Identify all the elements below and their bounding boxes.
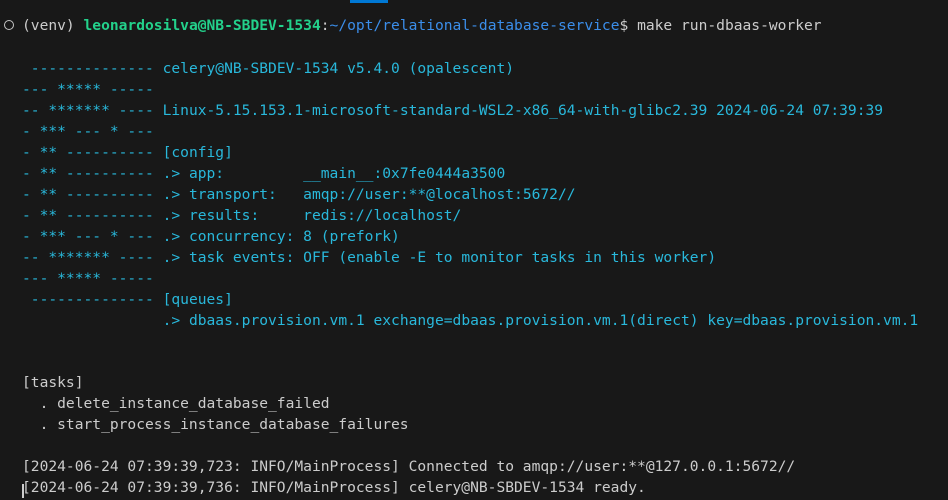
banner-line: - *** --- * --- (22, 121, 163, 142)
banner-text: [config] (162, 144, 233, 161)
banner-text: .> task events: OFF (enable -E to monito… (162, 249, 717, 266)
banner-art: - ** ---------- (22, 165, 163, 182)
active-tab-indicator (350, 0, 388, 3)
banner-art: -------------- (22, 291, 163, 308)
banner-text: .> dbaas.provision.vm.1 exchange=dbaas.p… (162, 312, 919, 329)
banner-line: -- ******* ---- .> task events: OFF (ena… (22, 247, 716, 268)
tasks-header: [tasks] (22, 374, 84, 391)
banner-art: --- ***** ----- (22, 270, 163, 287)
task-item: . delete_instance_database_failed (22, 395, 330, 412)
banner-line: - ** ---------- .> results: redis://loca… (22, 205, 461, 226)
prompt-user-host: leonardosilva@NB-SBDEV-1534 (83, 17, 321, 34)
banner-line: --- ***** ----- (22, 268, 163, 289)
banner-art (22, 312, 163, 329)
banner-line: -------------- celery@NB-SBDEV-1534 v5.4… (22, 58, 514, 79)
prompt-command: make run-dbaas-worker (637, 17, 822, 34)
banner-art: -- ******* ---- (22, 249, 163, 266)
banner-art: - ** ---------- (22, 186, 163, 203)
venv-label: (venv) (22, 17, 84, 34)
banner-line: - ** ---------- [config] (22, 142, 233, 163)
banner-line: - ** ---------- .> app: __main__:0x7fe04… (22, 163, 505, 184)
prompt-path: ~/opt/relational-database-service (329, 17, 620, 34)
banner-line: -------------- [queues] (22, 289, 233, 310)
command-decoration-icon[interactable] (4, 20, 14, 30)
banner-art: - ** ---------- (22, 207, 163, 224)
terminal-cursor (22, 484, 24, 498)
banner-line: - ** ---------- .> transport: amqp://use… (22, 184, 576, 205)
task-item: . start_process_instance_database_failur… (22, 416, 409, 433)
banner-text: .> results: redis://localhost/ (162, 207, 462, 224)
banner-text: .> concurrency: 8 (prefork) (162, 228, 400, 245)
prompt-dollar: $ (619, 17, 638, 34)
log-line: [2024-06-24 07:39:39,723: INFO/MainProce… (22, 458, 796, 475)
banner-text: Linux-5.15.153.1-microsoft-standard-WSL2… (162, 102, 884, 119)
prompt-line: (venv) leonardosilva@NB-SBDEV-1534:~/opt… (22, 15, 822, 36)
banner-text: .> app: __main__:0x7fe0444a3500 (162, 165, 506, 182)
log-line: [2024-06-24 07:39:39,736: INFO/MainProce… (22, 479, 646, 496)
banner-line: - *** --- * --- .> concurrency: 8 (prefo… (22, 226, 400, 247)
banner-line: -- ******* ---- Linux-5.15.153.1-microso… (22, 100, 883, 121)
banner-art: -------------- (22, 60, 163, 77)
banner-text: [queues] (162, 291, 233, 308)
banner-art: --- ***** ----- (22, 81, 163, 98)
banner-art: - *** --- * --- (22, 228, 163, 245)
banner-text: celery@NB-SBDEV-1534 v5.4.0 (opalescent) (162, 60, 515, 77)
terminal-panel[interactable]: (venv) leonardosilva@NB-SBDEV-1534:~/opt… (0, 0, 948, 500)
banner-art: - ** ---------- (22, 144, 163, 161)
banner-art: -- ******* ---- (22, 102, 163, 119)
banner-art: - *** --- * --- (22, 123, 163, 140)
banner-line: .> dbaas.provision.vm.1 exchange=dbaas.p… (22, 310, 919, 331)
banner-line: --- ***** ----- (22, 79, 163, 100)
prompt-colon: : (320, 17, 330, 34)
banner-text: .> transport: amqp://user:**@localhost:5… (162, 186, 576, 203)
